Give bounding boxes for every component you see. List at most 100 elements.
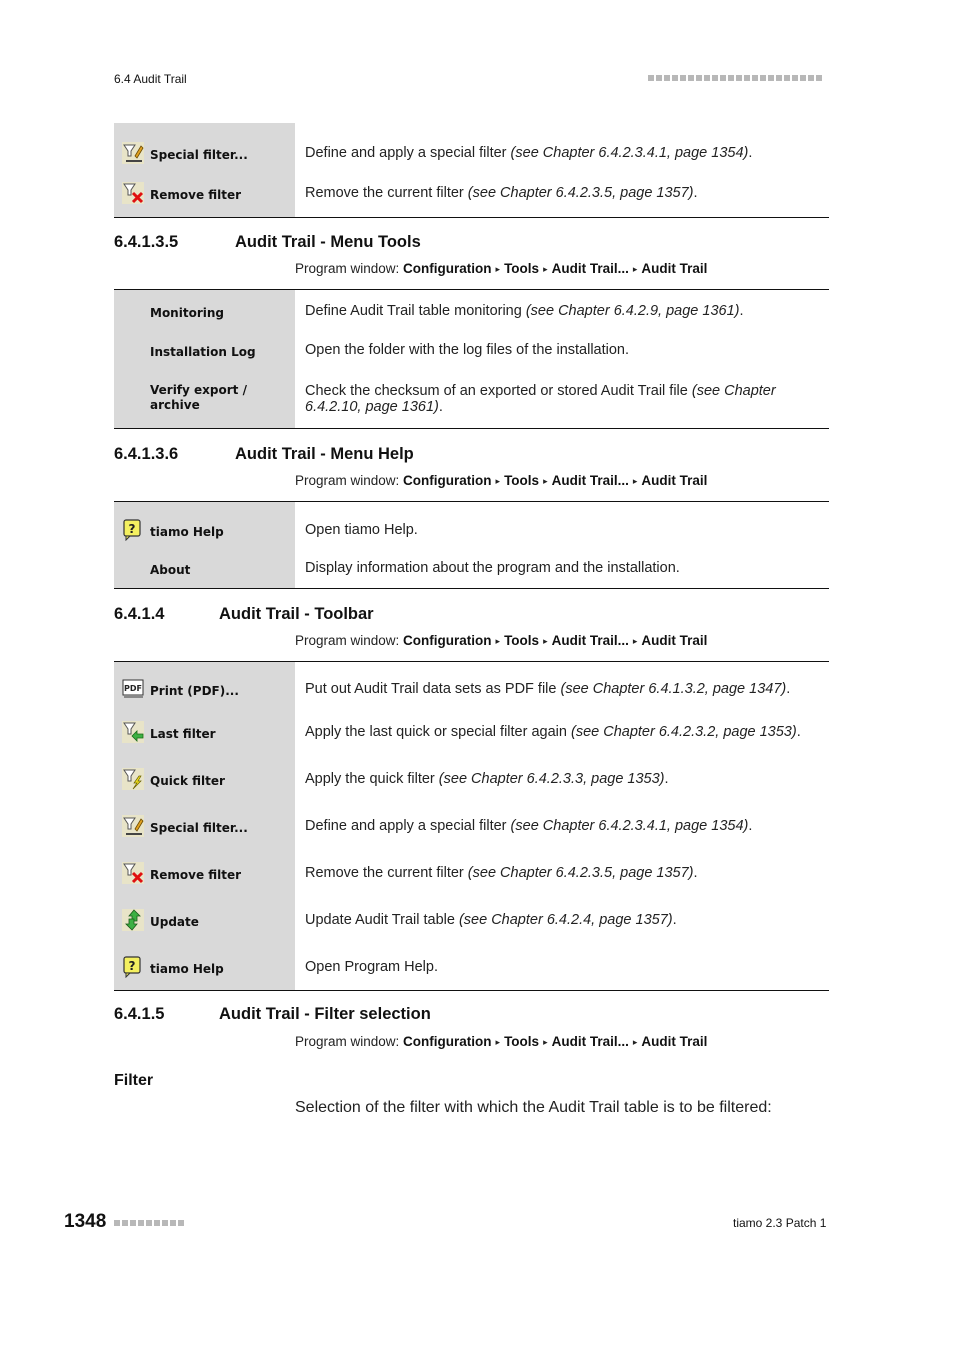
path-separator-icon: ▸ (495, 1037, 501, 1047)
help-icon: ? (122, 956, 144, 978)
menu-item-cell: ? tiamo Help (114, 943, 295, 991)
path-separator-icon: ▸ (495, 476, 501, 486)
dot (656, 75, 662, 81)
special-filter-icon (122, 141, 144, 164)
menu-item-label: Verify export / archive (150, 383, 247, 413)
chapter-reference-link[interactable]: (see Chapter 6.4.2.3.3, page 1353) (439, 771, 665, 787)
section-number: 6.4.1.3.5 (114, 233, 179, 251)
menu-item-cell: About (114, 548, 295, 589)
parameter-heading-filter: Filter (114, 1072, 154, 1089)
menu-item-label-group: Special filter... (114, 141, 295, 164)
menu-item-label-group: Remove filter (114, 862, 295, 884)
description-cell: Open tiamo Help. (295, 502, 829, 549)
path-separator-icon: ▸ (543, 476, 548, 486)
menu-item-cell: ? tiamo Help (114, 501, 295, 549)
dot (752, 75, 758, 81)
description-text: Remove the current filter (305, 185, 468, 202)
page-number: 1348 (64, 1211, 107, 1232)
menu-item-cell: Verify export / archive (114, 369, 295, 429)
section-title: Audit Trail - Menu Help (235, 445, 414, 463)
path-step: Tools (504, 633, 540, 648)
menu-item-label: tiamo Help (150, 525, 224, 540)
dot (808, 75, 814, 81)
path-prefix: Program window: (295, 261, 404, 276)
chapter-reference-link[interactable]: (see Chapter 6.4.2.3.5, page 1357) (468, 185, 694, 201)
menu-item-label-group: Verify export / archive (114, 383, 295, 414)
dot (784, 75, 790, 81)
dot (696, 75, 702, 81)
svg-text:PDF: PDF (124, 684, 142, 693)
program-path: Program window: Configuration ▸ Tools ▸ Audi… (295, 473, 707, 488)
description-text: Define and apply a special filter (305, 144, 511, 161)
running-header-dots (648, 75, 822, 81)
menu-item-cell: Special filter... (114, 123, 295, 170)
chapter-reference-link[interactable]: (see Chapter 6.4.2.3.5, page 1357) (468, 865, 694, 881)
path-prefix: Program window: (295, 473, 404, 488)
dot (680, 75, 686, 81)
description-cell: Open the folder with the log files of th… (295, 330, 829, 370)
table-row: PDF Print (PDF)... Put out Audit Trail dat… (114, 661, 829, 709)
section-heading-menu-help: 6.4.1.3.6 Audit Trail - Menu Help (114, 445, 414, 464)
section-number: 6.4.1.4 (114, 605, 165, 623)
menu-item-cell: Quick filter (114, 755, 295, 803)
table-row: Installation Log Open the folder with the… (114, 329, 829, 370)
path-step: Audit Trail (641, 261, 708, 276)
chapter-reference-link[interactable]: (see Chapter 6.4.1.3.2, page 1347) (561, 681, 787, 697)
table-row: ? tiamo Help Open Program Help. (114, 943, 829, 991)
path-step: Audit Trail... (551, 1034, 629, 1049)
footer-product: tiamo 2.3 Patch 1 (733, 1216, 827, 1230)
chapter-reference-link[interactable]: (see Chapter 6.4.2.3.4.1, page 1354) (511, 818, 749, 834)
dot (138, 1220, 144, 1226)
description-cell: Apply the last quick or special filter a… (295, 709, 829, 756)
menu-item-label: Update (150, 915, 199, 929)
program-path: Program window: Configuration ▸ Tools ▸ Audi… (295, 261, 707, 276)
menu-item-cell: Last filter (114, 708, 295, 756)
footer-dots (114, 1220, 184, 1226)
menu-item-label-group: Monitoring (114, 300, 295, 322)
description-end: . (664, 771, 669, 787)
description-cell: Remove the current filter (see Chapter 6… (295, 170, 829, 217)
path-separator-icon: ▸ (632, 1037, 638, 1047)
description-end: . (796, 724, 801, 740)
program-path: Program window: Configuration ▸ Tools ▸ Audi… (295, 1034, 707, 1049)
dot (712, 75, 718, 81)
dot (768, 75, 774, 81)
table-row: Verify export / archive Check the checksu… (114, 369, 829, 429)
table-row: Remove filter Remove the current filter (… (114, 170, 829, 217)
special-filter-icon (122, 815, 144, 837)
chapter-reference-link[interactable]: (see Chapter 6.4.2.9, page 1361) (526, 303, 740, 319)
menu-item-label: About (150, 563, 191, 578)
menu-item-label-group: ? tiamo Help (114, 519, 295, 542)
dot (648, 75, 654, 81)
pdf-icon: PDF (122, 678, 144, 700)
dot (704, 75, 710, 81)
section-heading-filter-selection: 6.4.1.5 Audit Trail - Filter selection (114, 1005, 431, 1024)
path-separator-icon: ▸ (632, 636, 638, 646)
svg-text:?: ? (129, 522, 136, 536)
description-end: . (748, 144, 753, 161)
description-cell: Open Program Help. (295, 944, 829, 991)
dot (688, 75, 694, 81)
dot (114, 1220, 120, 1226)
menu-item-cell: Remove filter (114, 849, 295, 897)
menu-item-label: Special filter... (150, 821, 248, 835)
description-text: Open tiamo Help. (305, 522, 418, 539)
program-path: Program window: Configuration ▸ Tools ▸ Audi… (295, 633, 707, 648)
table-row: Monitoring Define Audit Trail table monit… (114, 289, 829, 330)
table-row: About Display information about the progr… (114, 548, 829, 589)
description-cell: Check the checksum of an exported or sto… (295, 370, 829, 429)
description-cell: Define and apply a special filter (see C… (295, 123, 829, 170)
chapter-reference-link[interactable]: (see Chapter 6.4.2.3.2, page 1353) (571, 724, 797, 740)
section-heading-menu-tools: 6.4.1.3.5 Audit Trail - Menu Tools (114, 233, 421, 252)
menu-item-cell: Installation Log (114, 329, 295, 370)
menu-item-label: Monitoring (150, 305, 224, 320)
chapter-reference-link[interactable]: (see Chapter 6.4.2.4, page 1357) (459, 912, 673, 928)
chapter-reference-link[interactable]: (see Chapter 6.4.2.3.4.1, page 1354) (511, 145, 749, 161)
description-text: Check the checksum of an exported or sto… (305, 382, 692, 399)
description-end: . (739, 302, 744, 319)
section-title: Audit Trail - Menu Tools (235, 233, 421, 251)
menu-item-cell: Monitoring (114, 289, 295, 330)
path-prefix: Program window: (295, 633, 404, 648)
dot (672, 75, 678, 81)
remove-filter-icon (122, 182, 144, 205)
